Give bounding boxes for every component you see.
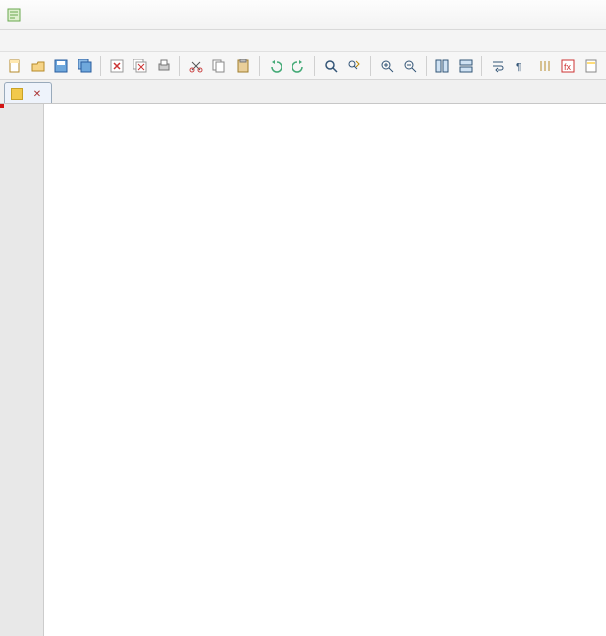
sync-v-button[interactable]: [432, 55, 453, 77]
show-all-chars-button[interactable]: ¶: [511, 55, 532, 77]
toolbar: ¶ fx: [0, 52, 606, 80]
redo-button[interactable]: [288, 55, 309, 77]
app-icon: [6, 7, 22, 23]
menu-plugins[interactable]: [144, 39, 156, 43]
close-all-button[interactable]: [130, 55, 151, 77]
line-number-gutter: [0, 104, 44, 636]
separator: [100, 56, 101, 76]
wordwrap-button[interactable]: [487, 55, 508, 77]
save-button[interactable]: [51, 55, 72, 77]
separator: [179, 56, 180, 76]
paste-button[interactable]: [232, 55, 253, 77]
separator: [426, 56, 427, 76]
print-button[interactable]: [153, 55, 174, 77]
menu-view[interactable]: [46, 39, 58, 43]
menu-edit[interactable]: [18, 39, 30, 43]
close-button[interactable]: [106, 55, 127, 77]
code-area[interactable]: [44, 104, 606, 636]
menu-language[interactable]: [74, 39, 86, 43]
menu-settings[interactable]: [88, 39, 100, 43]
separator: [314, 56, 315, 76]
zoom-in-button[interactable]: [376, 55, 397, 77]
undo-button[interactable]: [265, 55, 286, 77]
menu-tools[interactable]: [102, 39, 114, 43]
func-list-button[interactable]: fx: [557, 55, 578, 77]
separator: [259, 56, 260, 76]
menu-encoding[interactable]: [60, 39, 72, 43]
separator: [370, 56, 371, 76]
indent-guide-button[interactable]: [534, 55, 555, 77]
replace-button[interactable]: [344, 55, 365, 77]
menu-file[interactable]: [4, 39, 16, 43]
copy-button[interactable]: [209, 55, 230, 77]
find-button[interactable]: [320, 55, 341, 77]
tab-grub-cfg[interactable]: ✕: [4, 82, 52, 103]
separator: [481, 56, 482, 76]
doc-map-button[interactable]: [581, 55, 602, 77]
save-all-button[interactable]: [74, 55, 95, 77]
titlebar: [0, 0, 606, 30]
cut-button[interactable]: [185, 55, 206, 77]
menu-search[interactable]: [32, 39, 44, 43]
zoom-out-button[interactable]: [399, 55, 420, 77]
svg-text:¶: ¶: [516, 62, 521, 73]
editor[interactable]: [0, 104, 606, 636]
file-icon: [11, 88, 23, 100]
tabbar: ✕: [0, 80, 606, 104]
sync-h-button[interactable]: [455, 55, 476, 77]
tab-close-icon[interactable]: ✕: [31, 88, 43, 100]
open-file-button[interactable]: [27, 55, 48, 77]
menu-window[interactable]: [158, 39, 170, 43]
new-file-button[interactable]: [4, 55, 25, 77]
menubar: [0, 30, 606, 52]
menu-macro[interactable]: [116, 39, 128, 43]
svg-text:fx: fx: [564, 62, 572, 72]
menu-run[interactable]: [130, 39, 142, 43]
